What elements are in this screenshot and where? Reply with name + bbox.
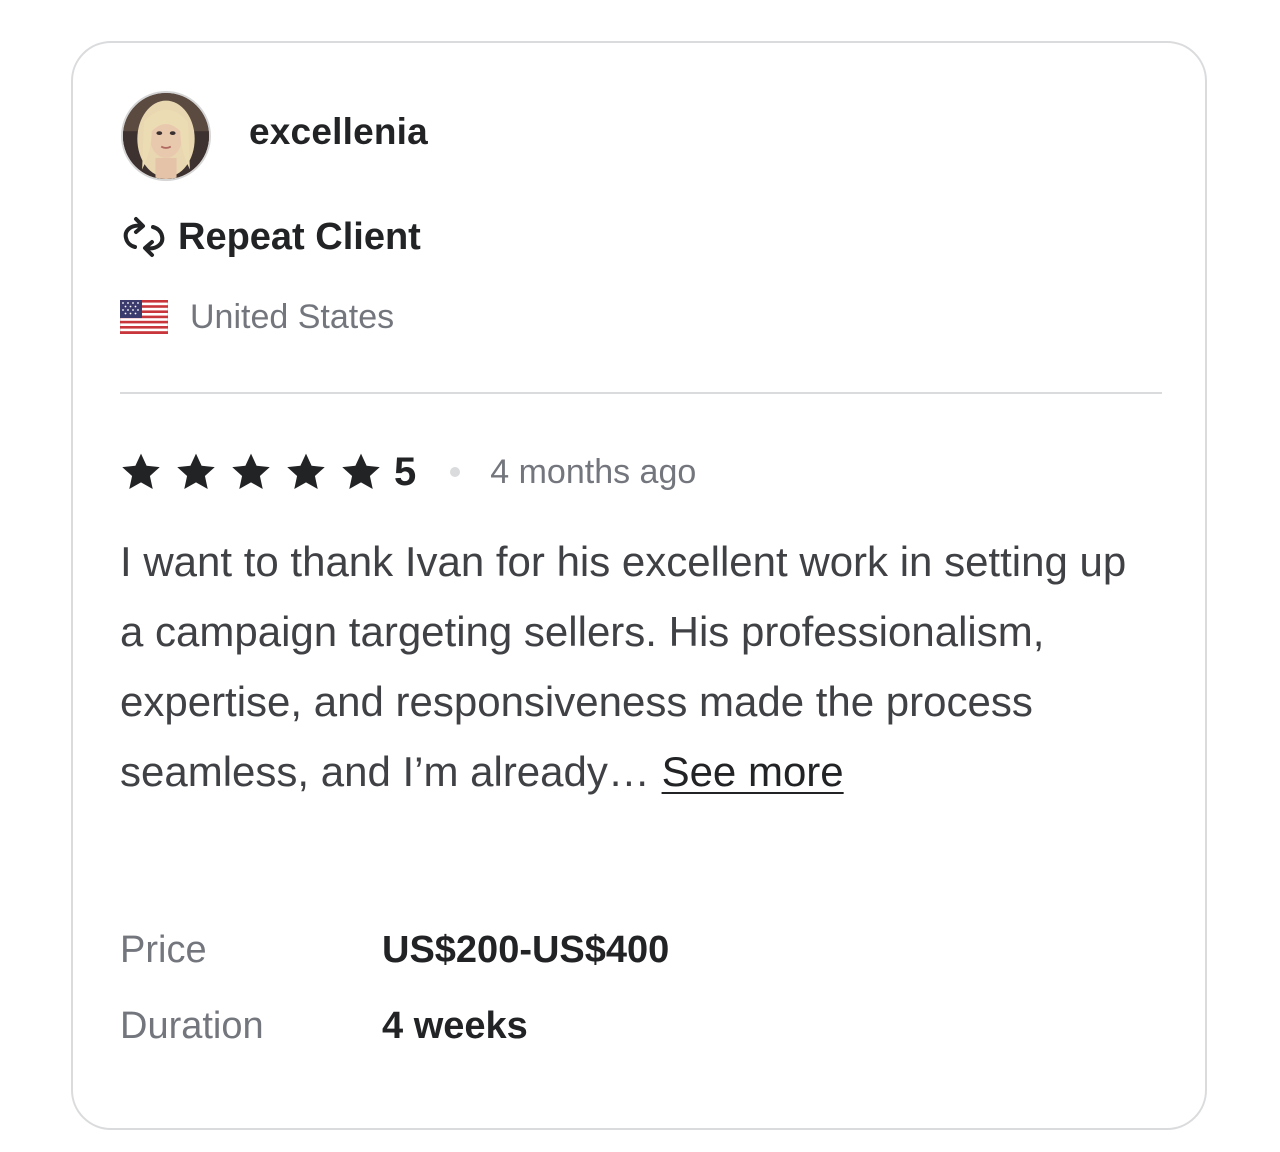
price-value: US$200-US$400 [382,928,670,971]
duration-row: Duration 4 weeks [120,1001,528,1051]
price-label: Price [120,928,207,971]
separator-dot [450,467,461,477]
repeat-client-label: Repeat Client [178,215,421,258]
star-icon [342,453,380,489]
star-icon [122,453,160,489]
star-icon [177,453,215,489]
rating-value: 5 [394,449,417,494]
star-icon [287,453,325,489]
user-avatar-photo [123,93,209,179]
review-text: I want to thank Ivan for his excellent w… [120,538,1127,795]
us-flag-icon [120,300,168,334]
reviewer-country: United States [120,295,394,339]
review-time-ago: 4 months ago [490,452,697,491]
star-rating [120,451,392,493]
star-icon [232,453,270,489]
price-row: Price US$200-US$400 [120,925,669,975]
repeat-icon [123,217,165,257]
reviewer-username[interactable]: excellenia [249,111,428,153]
rating-row: 5 4 months ago [120,447,696,497]
country-name: United States [190,297,395,336]
duration-value: 4 weeks [382,1004,528,1047]
section-divider [120,392,1162,394]
repeat-client-badge: Repeat Client [120,211,421,263]
review-body: I want to thank Ivan for his excellent w… [120,527,1130,807]
review-card: excellenia Repeat Client United States 5… [71,41,1207,1130]
avatar[interactable] [121,91,211,181]
see-more-link[interactable]: See more [662,748,844,795]
duration-label: Duration [120,1004,264,1047]
